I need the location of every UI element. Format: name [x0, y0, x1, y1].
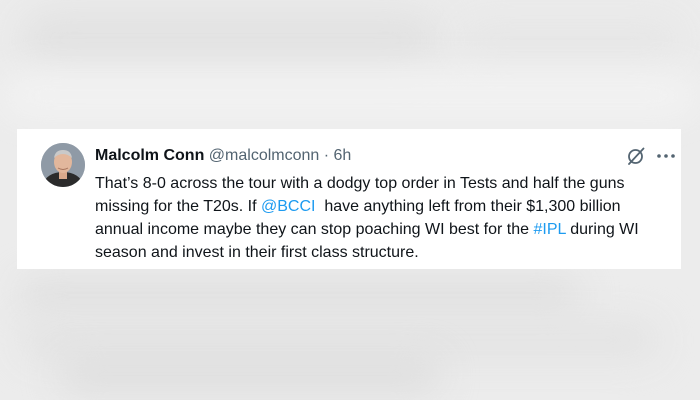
more-icon[interactable]	[655, 145, 677, 167]
mention-link[interactable]: @BCCI	[261, 198, 315, 215]
blurred-shape	[0, 70, 700, 120]
tweet-text: That’s 8-0 across the tour with a dodgy …	[95, 172, 667, 264]
timestamp[interactable]: 6h	[334, 147, 352, 164]
blurred-shape	[20, 10, 440, 70]
separator-dot: ·	[319, 147, 334, 164]
hashtag-link[interactable]: #IPL	[533, 221, 565, 238]
avatar-image	[41, 143, 85, 187]
blurred-shape	[60, 360, 440, 390]
author-name[interactable]: Malcolm Conn	[95, 147, 204, 164]
blurred-shape	[20, 320, 660, 360]
author-handle[interactable]: @malcolmconn	[209, 147, 320, 164]
tweet-card[interactable]: Malcolm Conn @malcolmconn · 6h That’s 8-…	[17, 129, 681, 269]
blurred-shape	[460, 20, 680, 60]
grok-icon[interactable]	[626, 146, 646, 166]
tweet-header: Malcolm Conn @malcolmconn · 6h	[95, 147, 351, 165]
blurred-shape	[20, 280, 580, 310]
avatar[interactable]	[41, 143, 85, 187]
